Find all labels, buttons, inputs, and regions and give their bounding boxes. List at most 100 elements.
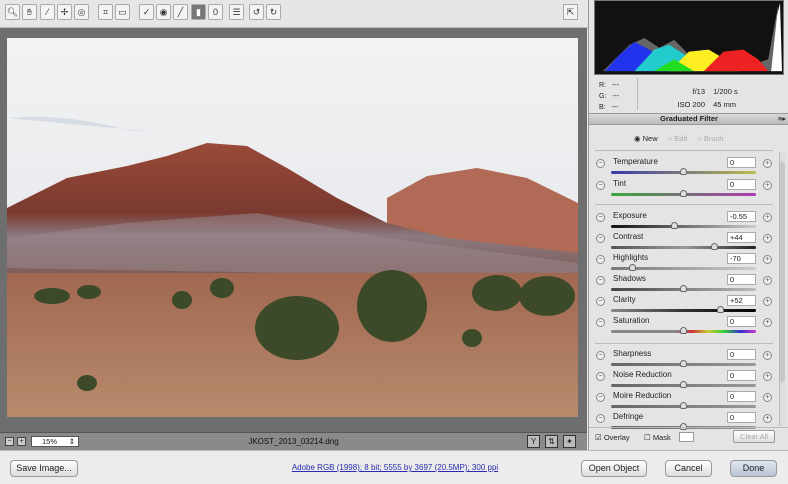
minus-icon[interactable]: −: [596, 181, 605, 190]
minus-icon[interactable]: −: [596, 234, 605, 243]
saturation-value-input[interactable]: 0: [727, 316, 756, 327]
plus-icon[interactable]: +: [763, 255, 772, 264]
contrast-value-input[interactable]: +44: [727, 232, 756, 243]
plus-icon[interactable]: +: [763, 213, 772, 222]
clarity-value-input[interactable]: +52: [727, 295, 756, 306]
moire-reduction-value-input[interactable]: 0: [727, 391, 756, 402]
sharpness-value-input[interactable]: 0: [727, 349, 756, 360]
toggle-settings-icon[interactable]: ✦: [563, 435, 576, 448]
temperature-slider-thumb[interactable]: [679, 168, 687, 175]
plus-icon[interactable]: +: [763, 372, 772, 381]
straighten-icon[interactable]: ▭: [115, 4, 130, 20]
temperature-value-input[interactable]: 0: [727, 157, 756, 168]
plus-icon[interactable]: +: [763, 351, 772, 360]
slider-label: Exposure: [613, 211, 647, 220]
zoom-icon[interactable]: 🔍︎: [5, 4, 20, 20]
plus-icon[interactable]: +: [763, 181, 772, 190]
sharpness-slider-thumb[interactable]: [679, 360, 687, 367]
slider-label: Temperature: [613, 157, 658, 166]
contrast-slider-thumb[interactable]: [711, 243, 719, 250]
radial-filter-icon[interactable]: 0: [208, 4, 223, 20]
slider-label: Saturation: [613, 316, 650, 325]
preferences-icon[interactable]: ☰: [229, 4, 244, 20]
minus-icon[interactable]: −: [596, 372, 605, 381]
plus-icon[interactable]: +: [763, 414, 772, 423]
slider-row-exposure: − Exposure -0.55 +: [589, 211, 774, 232]
overlay-checkbox[interactable]: ☑ Overlay: [595, 433, 630, 442]
cancel-button[interactable]: Cancel: [665, 460, 712, 477]
minus-icon[interactable]: −: [596, 159, 605, 168]
panel-header: Graduated Filter ≡▸: [589, 113, 788, 125]
targeted-adjustment-icon[interactable]: ◎: [74, 4, 89, 20]
noise-reduction-slider-thumb[interactable]: [679, 381, 687, 388]
radio-edit[interactable]: ○ Edit: [668, 134, 688, 143]
highlights-slider-thumb[interactable]: [628, 264, 636, 271]
plus-icon[interactable]: +: [763, 297, 772, 306]
plus-icon[interactable]: +: [763, 318, 772, 327]
panel-menu-icon[interactable]: ≡▸: [778, 114, 786, 124]
moire-reduction-slider-thumb[interactable]: [679, 402, 687, 409]
divider: [589, 427, 788, 428]
plus-icon[interactable]: +: [763, 159, 772, 168]
clarity-slider-track[interactable]: [611, 309, 756, 312]
plus-icon[interactable]: +: [763, 234, 772, 243]
exposure-slider-thumb[interactable]: [670, 222, 678, 229]
hand-icon[interactable]: ✋︎: [22, 4, 37, 20]
photo-preview[interactable]: [7, 38, 578, 417]
slider-label: Shadows: [613, 274, 646, 283]
mask-color-swatch[interactable]: [679, 432, 694, 442]
clear-all-button[interactable]: Clear All: [733, 430, 775, 443]
red-eye-icon[interactable]: ◉: [156, 4, 171, 20]
contrast-slider-track[interactable]: [611, 246, 756, 249]
minus-icon[interactable]: −: [596, 393, 605, 402]
tint-slider-thumb[interactable]: [679, 190, 687, 197]
shadows-value-input[interactable]: 0: [727, 274, 756, 285]
radio-brush[interactable]: ○ Brush: [697, 134, 723, 143]
minus-icon[interactable]: −: [596, 213, 605, 222]
slider-label: Highlights: [613, 253, 649, 262]
color-sampler-icon[interactable]: ✢: [57, 4, 72, 20]
noise-reduction-value-input[interactable]: 0: [727, 370, 756, 381]
filename: JKOST_2013_03214.dng: [248, 437, 339, 446]
minus-icon[interactable]: −: [596, 276, 605, 285]
minus-icon[interactable]: −: [596, 255, 605, 264]
divider: [595, 343, 773, 344]
workflow-options-link[interactable]: Adobe RGB (1998); 8 bit; 5555 by 3697 (2…: [200, 463, 590, 472]
done-button[interactable]: Done: [730, 460, 777, 477]
exposure-value-input[interactable]: -0.55: [727, 211, 756, 222]
exposure-slider-track[interactable]: [611, 225, 756, 228]
rotate-left-icon[interactable]: ↺: [249, 4, 264, 20]
saturation-slider-thumb[interactable]: [679, 327, 687, 334]
minus-icon[interactable]: −: [596, 414, 605, 423]
rotate-right-icon[interactable]: ↻: [266, 4, 281, 20]
clarity-slider-thumb[interactable]: [717, 306, 725, 313]
plus-icon[interactable]: +: [763, 393, 772, 402]
white-balance-icon[interactable]: ⁄: [40, 4, 55, 20]
open-object-button[interactable]: Open Object: [581, 460, 647, 477]
adjustment-brush-icon[interactable]: ╱: [173, 4, 188, 20]
defringe-value-input[interactable]: 0: [727, 412, 756, 423]
graduated-filter-icon[interactable]: ▮: [191, 4, 206, 20]
minus-icon[interactable]: −: [596, 318, 605, 327]
save-image-button[interactable]: Save Image...: [10, 460, 78, 477]
before-after-y-icon[interactable]: Y: [527, 435, 540, 448]
slider-row-moire-reduction: − Moire Reduction 0 +: [589, 391, 774, 412]
camera-info: f/13 1/200 s ISO 200 45 mm: [677, 87, 738, 109]
mask-checkbox[interactable]: ☐ Mask: [644, 433, 671, 442]
tint-value-input[interactable]: 0: [727, 179, 756, 190]
minus-icon[interactable]: −: [596, 351, 605, 360]
slider-label: Defringe: [613, 412, 644, 421]
plus-icon[interactable]: +: [763, 276, 772, 285]
spot-removal-icon[interactable]: ✓: [139, 4, 154, 20]
swap-settings-icon[interactable]: ⇅: [545, 435, 558, 448]
shadows-slider-thumb[interactable]: [679, 285, 687, 292]
minus-icon[interactable]: −: [596, 297, 605, 306]
crop-icon[interactable]: ⌗: [98, 4, 113, 20]
open-preferences-icon[interactable]: ⇱: [563, 4, 578, 20]
slider-row-highlights: − Highlights -70 +: [589, 253, 774, 274]
slider-row-sharpness: − Sharpness 0 +: [589, 349, 774, 370]
radio-new[interactable]: ◉ New: [634, 134, 658, 143]
slider-label: Contrast: [613, 232, 644, 241]
scrollbar[interactable]: [779, 152, 785, 426]
highlights-value-input[interactable]: -70: [727, 253, 756, 264]
